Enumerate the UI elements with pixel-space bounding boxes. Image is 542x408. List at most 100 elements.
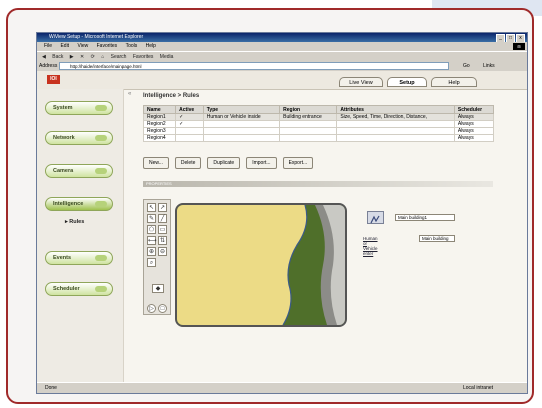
sidebar-item-events[interactable]: Events [45,251,113,265]
col-active[interactable]: Active [175,105,204,114]
duplicate-button[interactable]: Duplicate [207,157,241,169]
address-bar: Address http://haide/interface/mainpage.… [37,61,527,71]
windows-logo-icon: ⊞ [513,43,525,50]
app-area: IOI Live View Setup Help System Network … [37,71,527,385]
cell-name: Region1 [142,113,177,121]
rectangle-icon[interactable]: ▭ [158,225,167,234]
direction-icon[interactable]: ⇅ [158,236,167,245]
stop-playback-icon[interactable]: □ [158,304,167,313]
sidebar-item-camera[interactable]: Camera [45,164,113,178]
col-name[interactable]: Name [142,105,177,114]
col-type[interactable]: Type [202,105,281,114]
collapse-sidebar-icon[interactable]: « [128,91,131,97]
rules-table: Name Active Type Region Attributes Sched… [142,105,495,142]
import-button[interactable]: Import... [246,157,277,169]
sidebar-item-system[interactable]: System [45,101,113,115]
magnifier-icon[interactable]: ⌕ [147,258,156,267]
refresh-icon[interactable]: ⟳ [91,54,95,60]
region-field[interactable]: Main building [419,235,455,242]
rules-actions: New... Delete Duplicate Import... Export… [143,157,314,169]
camera-view-canvas[interactable] [175,203,347,327]
window-title: WiView Setup - Microsoft Internet Explor… [49,34,144,40]
sidebar-subitem-rules[interactable]: ▸ Rules [65,219,84,225]
tab-setup[interactable]: Setup [387,77,427,87]
cell-region [279,134,338,142]
cell-scheduler: Always [453,127,495,135]
favorites-button[interactable]: Favorites [133,54,154,60]
media-button[interactable]: Media [160,54,174,60]
screenshot-frame: WiView Setup - Microsoft Internet Explor… [6,8,534,404]
cell-active[interactable] [175,134,204,142]
cell-region: Building entrance [279,113,338,121]
brand-logo: IOI [47,75,60,84]
menu-view[interactable]: View [77,43,88,49]
scene-image [177,205,345,325]
cell-region [279,127,338,135]
forward-button[interactable]: ▶ [70,54,74,60]
tab-help[interactable]: Help [431,77,477,87]
erase-icon[interactable]: ◆ [152,284,164,293]
cell-attributes [336,134,455,142]
delete-button[interactable]: Delete [174,157,202,169]
region-type-icon[interactable] [367,211,384,224]
table-row[interactable]: Region2 ✓ Always [142,120,495,128]
cell-active[interactable] [175,127,204,135]
cell-attributes [336,120,455,128]
cell-attributes [336,127,455,135]
sidebar-item-scheduler[interactable]: Scheduler [45,282,113,296]
table-row[interactable]: Region1 ✓ Human or Vehicle inside Buildi… [142,113,495,121]
stop-icon[interactable]: ✕ [80,54,84,60]
cell-type [202,134,281,142]
event-type-link[interactable]: Human or Vehicle enter [363,236,378,256]
table-row[interactable]: Region4 Always [142,134,495,142]
cell-name: Region4 [142,134,177,142]
status-bar: Done Local intranet [37,382,527,393]
menu-edit[interactable]: Edit [60,43,69,49]
cell-scheduler: Always [453,120,495,128]
menu-favorites[interactable]: Favorites [97,43,118,49]
search-button[interactable]: Search [111,54,127,60]
line-icon[interactable]: ╱ [158,214,167,223]
home-icon[interactable]: ⌂ [101,54,104,60]
zoom-in-icon[interactable]: ⊕ [147,247,156,256]
cell-attributes: Size, Speed, Time, Direction, Distance, [336,113,455,121]
tab-live-view[interactable]: Live View [339,77,383,87]
browser-window: WiView Setup - Microsoft Internet Explor… [36,32,528,394]
cell-active[interactable]: ✓ [175,113,204,121]
cell-name: Region3 [142,127,177,135]
address-label: Address [39,63,58,69]
cell-scheduler: Always [453,113,495,121]
zoom-out-icon[interactable]: ⊖ [158,247,167,256]
export-button[interactable]: Export... [282,157,314,169]
pencil-icon[interactable]: ✎ [147,214,156,223]
breadcrumb: Intelligence > Rules [143,93,200,99]
col-region[interactable]: Region [279,105,338,114]
cell-active[interactable]: ✓ [175,120,204,128]
status-text: Done [45,385,57,391]
table-row[interactable]: Region3 Always [142,127,495,135]
go-button[interactable]: Go [463,61,470,71]
pointer-icon[interactable]: ↗ [158,203,167,212]
address-input[interactable]: http://haide/interface/mainpage.html [59,62,449,70]
col-scheduler[interactable]: Scheduler [453,105,495,114]
sidebar-item-network[interactable]: Network [45,131,113,145]
links-button[interactable]: Links [483,61,495,71]
menu-tools[interactable]: Tools [126,43,138,49]
select-arrow-icon[interactable]: ↖ [147,203,156,212]
back-button[interactable]: ◀ Back [42,54,63,60]
title-bar: WiView Setup - Microsoft Internet Explor… [37,33,527,43]
properties-header: PROPERTIES [143,181,493,187]
menu-help[interactable]: Help [146,43,156,49]
rule-name-field[interactable]: Main building1 [395,214,455,221]
cell-type [202,120,281,128]
cell-name: Region2 [142,120,177,128]
menu-file[interactable]: File [44,43,52,49]
col-attributes[interactable]: Attributes [336,105,455,114]
play-icon[interactable]: ▷ [147,304,156,313]
cell-scheduler: Always [453,134,495,142]
tripwire-icon[interactable]: ⟷ [147,236,157,245]
polygon-icon[interactable]: ⬠ [147,225,156,234]
new-button[interactable]: New... [143,157,169,169]
cell-type [202,127,281,135]
sidebar-item-intelligence[interactable]: Intelligence [45,197,113,211]
